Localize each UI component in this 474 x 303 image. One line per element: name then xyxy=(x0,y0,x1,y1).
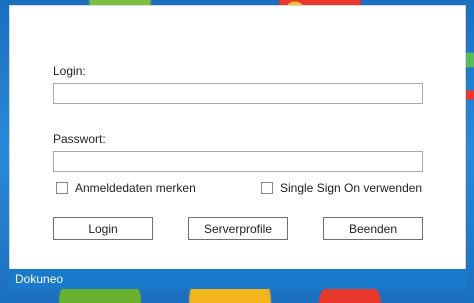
checkbox-box[interactable] xyxy=(56,182,68,194)
login-button[interactable]: Login xyxy=(53,217,153,240)
login-label: Login: xyxy=(53,64,86,78)
login-dialog: Login: Passwort: Anmeldedaten merken Sin… xyxy=(9,5,466,288)
remember-credentials-checkbox[interactable]: Anmeldedaten merken xyxy=(56,181,196,195)
checkbox-box[interactable] xyxy=(261,182,273,194)
status-bar: Dokuneo xyxy=(9,269,466,289)
single-sign-on-label: Single Sign On verwenden xyxy=(280,181,423,195)
password-input[interactable] xyxy=(53,151,423,172)
password-label: Passwort: xyxy=(53,132,106,146)
app-name: Dokuneo xyxy=(15,272,64,286)
serverprofile-button[interactable]: Serverprofile xyxy=(188,217,288,240)
remember-credentials-label: Anmeldedaten merken xyxy=(75,181,196,195)
quit-button[interactable]: Beenden xyxy=(323,217,423,240)
single-sign-on-checkbox[interactable]: Single Sign On verwenden xyxy=(261,181,422,195)
login-input[interactable] xyxy=(53,83,423,104)
